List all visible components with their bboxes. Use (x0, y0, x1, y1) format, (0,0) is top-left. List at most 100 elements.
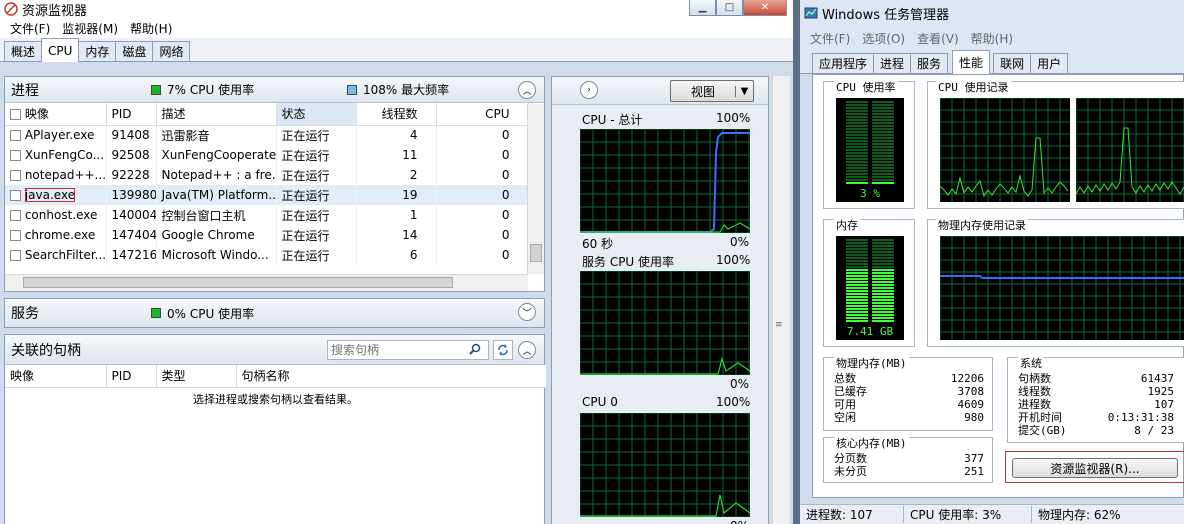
tm-menu-help[interactable]: 帮助(H) (965, 30, 1019, 47)
table-row[interactable]: chrome.exe 147404 Google Chrome 正在运行 14 0 (5, 225, 529, 245)
physical-memory-box: 物理内存(MB) 总数 12206 已缓存 3708 可用 4609 空闲 980 (823, 357, 993, 431)
graph-line (1076, 127, 1184, 195)
tm-menu-view[interactable]: 查看(V) (911, 30, 965, 47)
tm-tab-users[interactable]: 用户 (1030, 53, 1069, 73)
cell-image: notepad++.... (5, 165, 107, 185)
g2-min: 0% (730, 377, 750, 391)
tm-tab-services[interactable]: 服务 (910, 53, 949, 73)
table-row[interactable]: XunFengCo... 92508 XunFengCooperate 正在运行 11 0 (5, 145, 529, 165)
stat-key: 进程数 (1018, 398, 1051, 411)
tab-cpu[interactable]: CPU (41, 38, 80, 62)
view-dropdown[interactable]: 视图 ▼ (670, 80, 754, 102)
close-button[interactable]: ✕ (743, 0, 787, 16)
tm-tab-processes[interactable]: 进程 (873, 53, 912, 73)
stat-value: 61437 (1140, 372, 1174, 385)
tm-menu-file[interactable]: 文件(F) (804, 30, 856, 47)
graph-panel-vscroll[interactable]: ≡ (772, 76, 790, 524)
search-icon[interactable] (469, 343, 481, 358)
row-checkbox[interactable] (10, 210, 21, 221)
expand-icon[interactable]: ﹀ (518, 303, 536, 321)
process-image-name: java.exe (24, 188, 76, 202)
resource-monitor-button[interactable]: 资源监视器(R)... (1012, 458, 1178, 478)
process-hscroll[interactable] (5, 274, 528, 291)
process-vscroll[interactable] (527, 104, 544, 274)
process-image-name: XunFengCo... (24, 148, 105, 162)
rm-tabs: 概述 CPU 内存 磁盘 网络 (0, 38, 793, 62)
stat-value: 3708 (957, 385, 985, 398)
process-image-name: notepad++.... (24, 168, 106, 182)
table-row[interactable]: SearchFilter... 147216 Microsoft Windo... 正… (5, 245, 529, 265)
select-all-checkbox[interactable] (10, 109, 21, 121)
row-checkbox[interactable] (10, 190, 21, 201)
menu-help[interactable]: 帮助(H) (124, 20, 178, 37)
row-checkbox[interactable] (10, 170, 21, 181)
handles-table: 映像 PID 类型 句柄名称 (5, 365, 547, 388)
memory-box: 内存 7.41 GB (823, 219, 915, 347)
g3-title: CPU 0 (582, 395, 618, 409)
meter-value: 3 % (860, 187, 880, 200)
graph-grid (580, 129, 750, 233)
stat-row: 可用 4609 (834, 398, 984, 411)
row-checkbox[interactable] (10, 150, 21, 161)
col-handle-pid[interactable]: PID (106, 365, 157, 388)
cell-pid: 147404 (106, 225, 157, 245)
table-row[interactable]: java.exe 139980 Java(TM) Platform... 正在运行 19… (5, 185, 529, 205)
col-handle-image[interactable]: 映像 (5, 365, 107, 388)
expand-right-icon[interactable]: › (580, 81, 598, 99)
cell-image: XunFengCo... (5, 145, 107, 165)
system-rows: 句柄数 61437 线程数 1925 进程数 107 开机时间 0:13:31:38 提交(GB… (1018, 372, 1174, 437)
process-vscroll-thumb[interactable] (530, 244, 542, 262)
maximize-button[interactable]: □ (716, 0, 743, 16)
table-row[interactable]: conhost.exe 140004 控制台窗口主机 正在运行 1 0 (5, 205, 529, 225)
cell-threads: 4 (356, 125, 437, 145)
collapse-icon[interactable]: ︿ (518, 81, 536, 99)
col-handle-type[interactable]: 类型 (156, 365, 237, 388)
stat-key: 可用 (834, 398, 856, 411)
chevron-down-icon[interactable]: ▼ (735, 85, 753, 97)
row-checkbox[interactable] (10, 250, 21, 261)
tm-tab-network[interactable]: 联网 (993, 53, 1032, 73)
cell-image: java.exe (5, 185, 107, 205)
task-manager-icon (804, 6, 818, 20)
refresh-icon[interactable] (493, 340, 513, 360)
tab-memory[interactable]: 内存 (78, 41, 117, 61)
table-row[interactable]: APlayer.exe 91408 迅雷影音 正在运行 4 0 (5, 125, 529, 145)
tm-tab-performance[interactable]: 性能 (952, 50, 991, 74)
col-pid[interactable]: PID (106, 103, 157, 126)
menu-monitor[interactable]: 监视器(M) (56, 20, 124, 37)
tm-tab-applications[interactable]: 应用程序 (812, 53, 875, 73)
col-handle-name[interactable]: 句柄名称 (236, 365, 547, 388)
handle-search-box[interactable] (327, 340, 489, 360)
cell-pid: 92228 (106, 165, 157, 185)
cell-desc: XunFengCooperate (156, 145, 277, 165)
row-checkbox[interactable] (10, 130, 21, 142)
tab-overview[interactable]: 概述 (4, 41, 43, 61)
stat-key: 提交(GB) (1018, 424, 1067, 437)
menu-file[interactable]: 文件(F) (4, 20, 56, 37)
cell-image: conhost.exe (5, 205, 107, 225)
col-desc[interactable]: 描述 (156, 103, 277, 126)
col-status[interactable]: 状态 (276, 103, 357, 126)
minimize-button[interactable]: ▁ (689, 0, 716, 16)
tab-disk[interactable]: 磁盘 (115, 41, 154, 61)
tm-menu-options[interactable]: 选项(O) (856, 30, 911, 47)
col-image[interactable]: 映像 (5, 103, 107, 126)
cpu-history-label: CPU 使用记录 (936, 81, 1011, 94)
table-row[interactable]: notepad++.... 92228 Notepad++ : a fre... 正在… (5, 165, 529, 185)
status-process-count: 进程数: 107 (800, 506, 904, 523)
col-cpu[interactable]: CPU (436, 103, 529, 126)
services-header[interactable]: 服务 0% CPU 使用率 ﹀ (5, 299, 544, 327)
cpu0-graph (580, 413, 750, 517)
process-header[interactable]: 进程 7% CPU 使用率 108% 最大频率 ︿ (5, 77, 544, 103)
col-threads[interactable]: 线程数 (356, 103, 437, 126)
tab-network[interactable]: 网络 (152, 41, 191, 61)
stat-key: 开机时间 (1018, 411, 1062, 424)
cell-threads: 2 (356, 165, 437, 185)
cell-desc: Google Chrome (156, 225, 277, 245)
process-hscroll-thumb[interactable] (23, 277, 453, 288)
collapse-icon-handles[interactable]: ︿ (518, 341, 536, 359)
row-checkbox[interactable] (10, 230, 21, 241)
cpu1-history-graph (1076, 98, 1184, 202)
process-title: 进程 (11, 82, 39, 99)
handle-search-input[interactable] (331, 343, 469, 357)
